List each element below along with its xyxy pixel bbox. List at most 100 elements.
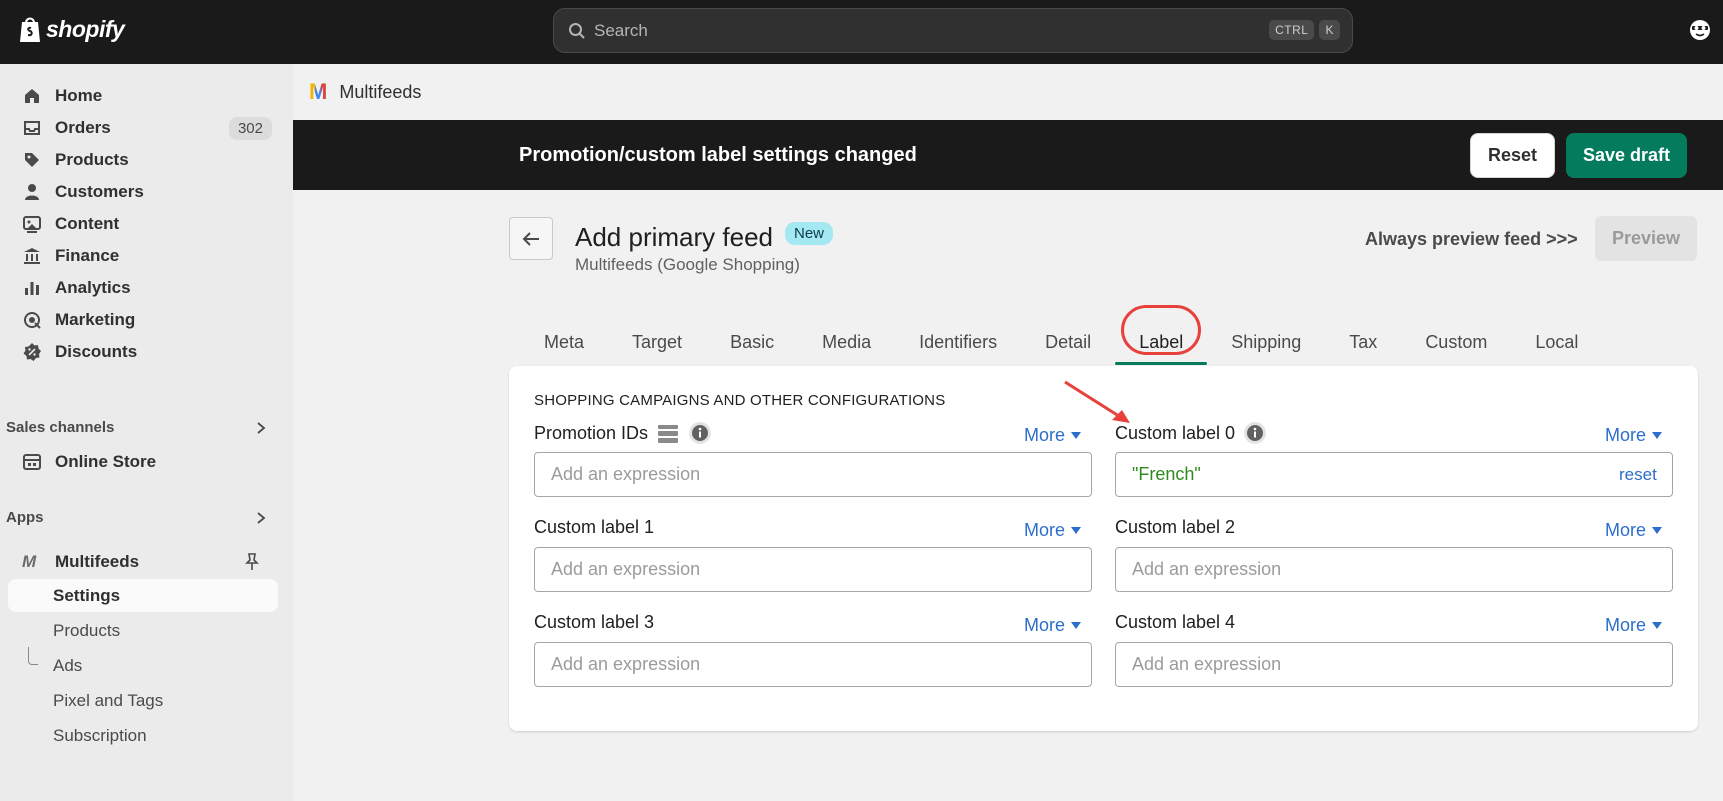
sidebar-subitem-subscription[interactable]: Subscription xyxy=(8,719,278,752)
sidebar-item-label: Products xyxy=(55,150,129,169)
more-dropdown[interactable]: More xyxy=(1605,425,1663,446)
tab-detail[interactable]: Detail xyxy=(1021,318,1115,366)
preview-hint: Always preview feed >>> xyxy=(1365,229,1578,249)
more-dropdown[interactable]: More xyxy=(1024,425,1082,446)
more-label: More xyxy=(1605,425,1647,445)
tab-local[interactable]: Local xyxy=(1511,318,1602,366)
inbox-icon xyxy=(24,121,40,135)
preview-button[interactable]: Preview xyxy=(1595,216,1697,261)
reset-link[interactable]: reset xyxy=(1619,465,1657,485)
caret-down-icon xyxy=(1652,527,1663,534)
field-label-text: Promotion IDs xyxy=(534,422,649,443)
sidebar-item-label: Discounts xyxy=(55,342,138,361)
sidebar-item-label: Finance xyxy=(55,246,120,265)
more-dropdown[interactable]: More xyxy=(1024,615,1082,636)
app-header: M Multifeeds xyxy=(293,64,1723,120)
bank-icon xyxy=(24,248,40,264)
orders-count-badge: 302 xyxy=(228,116,272,140)
multifeeds-logo-letter: M xyxy=(309,79,328,104)
sidebar-subitem-pixel-and-tags[interactable]: Pixel and Tags xyxy=(8,684,278,717)
more-label: More xyxy=(1024,425,1066,445)
save-draft-button[interactable]: Save draft xyxy=(1566,133,1687,178)
pin-icon[interactable] xyxy=(244,553,260,571)
custom-label-4-input[interactable] xyxy=(1115,642,1673,687)
tab-target[interactable]: Target xyxy=(608,318,706,366)
more-label: More xyxy=(1024,520,1066,540)
more-dropdown[interactable]: More xyxy=(1605,615,1663,636)
shopify-logo[interactable]: shopify xyxy=(18,14,125,44)
more-dropdown[interactable]: More xyxy=(1605,520,1663,541)
more-label: More xyxy=(1024,615,1066,635)
image-icon xyxy=(23,216,41,233)
tab-label[interactable]: Label xyxy=(1115,318,1208,366)
tab-custom[interactable]: Custom xyxy=(1401,318,1511,366)
target-icon xyxy=(24,312,41,329)
back-button[interactable] xyxy=(509,217,553,260)
custom-label-3-label: Custom label 3 xyxy=(534,612,655,632)
page-title: Add primary feed xyxy=(575,222,773,252)
tag-icon xyxy=(25,153,39,167)
sidebar-item-analytics[interactable]: Analytics xyxy=(8,272,278,304)
custom-label-2-label: Custom label 2 xyxy=(1115,517,1236,537)
apps-label: Apps xyxy=(6,509,44,526)
info-icon[interactable] xyxy=(688,421,712,445)
sidebar-item-home[interactable]: Home xyxy=(8,80,278,112)
sidebar-item-finance[interactable]: Finance xyxy=(8,240,278,272)
multifeeds-app-icon: M xyxy=(22,552,37,571)
tab-tax[interactable]: Tax xyxy=(1325,318,1401,366)
top-bar: shopify Search CTRL K xyxy=(0,0,1723,64)
tab-shipping[interactable]: Shipping xyxy=(1207,318,1325,366)
more-label: More xyxy=(1605,615,1647,635)
tab-media[interactable]: Media xyxy=(798,318,895,366)
field-label-text: Custom label 0 xyxy=(1115,422,1236,443)
tab-basic[interactable]: Basic xyxy=(706,318,798,366)
shortcut-keys: CTRL K xyxy=(1269,20,1340,40)
sidebar-item-products[interactable]: Products xyxy=(8,144,278,176)
sidebar-item-online-store[interactable]: Online Store xyxy=(8,446,278,478)
custom-label-1-label: Custom label 1 xyxy=(534,517,655,537)
sidebar-subitem-ads[interactable]: Ads xyxy=(8,649,278,682)
sidebar-item-content[interactable]: Content xyxy=(8,208,278,240)
sidebar-item-label: Online Store xyxy=(55,452,157,471)
caret-down-icon xyxy=(1071,527,1082,534)
sales-channels-header[interactable]: Sales channels xyxy=(6,419,276,436)
sidebar-subitem-settings[interactable]: Settings xyxy=(8,579,278,612)
sidebar-item-label: Marketing xyxy=(55,310,136,329)
sidebar-item-label: Orders xyxy=(55,118,111,137)
custom-label-3-input[interactable] xyxy=(534,642,1092,687)
contextual-save-bar: Promotion/custom label settings changed … xyxy=(293,120,1723,190)
promotion-ids-input[interactable] xyxy=(534,452,1092,497)
sidebar-item-discounts[interactable]: Discounts xyxy=(8,336,278,368)
sidebar-item-multifeeds[interactable]: M Multifeeds xyxy=(8,546,278,578)
custom-label-0-label: Custom label 0 xyxy=(1115,421,1267,445)
label-settings-card: SHOPPING CAMPAIGNS AND OTHER CONFIGURATI… xyxy=(509,366,1698,731)
caret-down-icon xyxy=(1652,622,1663,629)
k-key: K xyxy=(1319,20,1340,40)
reset-button[interactable]: Reset xyxy=(1470,133,1555,178)
home-icon xyxy=(25,89,39,103)
custom-label-0-input[interactable] xyxy=(1115,452,1673,497)
info-icon[interactable] xyxy=(1243,421,1267,445)
sidebar-item-label: Multifeeds xyxy=(55,552,140,571)
sidebar-item-marketing[interactable]: Marketing xyxy=(8,304,278,336)
ctrl-key: CTRL xyxy=(1269,20,1315,40)
sidebar: Home Orders 302 Products Customers Conte… xyxy=(0,64,293,801)
apps-header[interactable]: Apps xyxy=(6,509,276,526)
more-dropdown[interactable]: More xyxy=(1024,520,1082,541)
search-bar[interactable]: Search CTRL K xyxy=(553,8,1353,53)
sidebar-item-orders[interactable]: Orders 302 xyxy=(8,112,278,144)
chevron-right-icon xyxy=(257,511,266,524)
custom-label-1-input[interactable] xyxy=(534,547,1092,592)
brand-name: shopify xyxy=(46,15,125,42)
sales-channels-label: Sales channels xyxy=(6,419,115,436)
avatar-icon[interactable] xyxy=(1689,19,1711,41)
tab-identifiers[interactable]: Identifiers xyxy=(895,318,1021,366)
custom-label-2-input[interactable] xyxy=(1115,547,1673,592)
caret-down-icon xyxy=(1071,622,1082,629)
sidebar-item-customers[interactable]: Customers xyxy=(8,176,278,208)
sidebar-item-label: Customers xyxy=(55,182,144,201)
sidebar-item-label: Home xyxy=(55,86,103,105)
tab-meta[interactable]: Meta xyxy=(520,318,608,366)
custom-label-4-label: Custom label 4 xyxy=(1115,612,1236,632)
sidebar-subitem-products[interactable]: Products xyxy=(8,614,278,647)
